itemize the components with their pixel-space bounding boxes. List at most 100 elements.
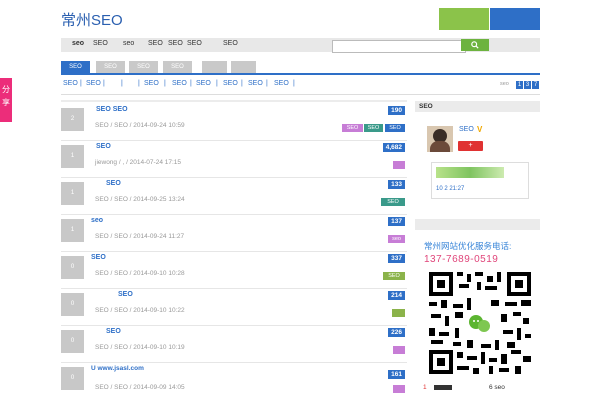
article-title[interactable]: SEO <box>106 180 121 187</box>
article-tag[interactable]: SEO <box>364 124 383 132</box>
category-separator: | <box>293 80 295 87</box>
top-nav-item[interactable]: SEO <box>148 40 163 47</box>
view-count-badge: 214 <box>388 291 405 300</box>
tab[interactable]: SEO <box>163 61 192 73</box>
article-tag[interactable] <box>393 385 405 393</box>
category-link[interactable]: SEO <box>196 80 211 87</box>
category-link[interactable]: SEO <box>274 80 289 87</box>
category-separator: | <box>138 80 140 87</box>
category-row: SEO | SEO | | | SEO | SEO | SEO | SEO | … <box>61 80 540 92</box>
article-tag[interactable] <box>392 309 405 317</box>
top-nav-item[interactable]: SEO <box>223 40 238 47</box>
tab[interactable]: SEO <box>129 61 158 73</box>
article-row[interactable]: 0 U www.jsasl.com SEO / SEO / 2014-09-09… <box>61 362 407 399</box>
share-tab[interactable]: 分 享 <box>0 78 12 122</box>
article-row[interactable]: 1 SEO jiewong / , / 2014-07-24 17:15 4,6… <box>61 140 407 178</box>
article-thumbnail[interactable]: 1 <box>61 182 84 205</box>
ad-footer-left: 1 <box>423 384 453 391</box>
header-banner-green[interactable] <box>439 8 489 30</box>
search-button[interactable] <box>461 39 489 51</box>
site-logo[interactable]: 常州SEO <box>61 9 123 30</box>
category-link[interactable]: SEO <box>63 80 78 87</box>
article-title[interactable]: SEO SEO <box>96 106 128 113</box>
category-separator: | <box>241 80 243 87</box>
category-link[interactable]: SEO <box>144 80 159 87</box>
ad-title: 常州网站优化服务电话: <box>424 241 512 251</box>
ad-footer-left-number: 1 <box>423 384 427 391</box>
pager-page[interactable]: 7 <box>532 81 539 89</box>
tab[interactable] <box>231 61 256 73</box>
category-separator: | <box>190 80 192 87</box>
article-meta: SEO / SEO / 2014-09-10 10:22 <box>95 307 185 314</box>
article-thumbnail[interactable]: 0 <box>61 367 84 390</box>
ad-widget-header <box>415 219 540 230</box>
article-row[interactable]: 0 SEO SEO / SEO / 2014-09-10 10:28 337 S… <box>61 251 407 289</box>
article-tag[interactable]: SEO <box>383 272 405 280</box>
article-row[interactable]: 1 seo SEO / SEO / 2014-09-24 11:27 137 s… <box>61 214 407 252</box>
article-thumbnail[interactable]: 1 <box>61 145 84 168</box>
pager-page[interactable]: 3 <box>524 81 531 89</box>
weibo-post-card[interactable]: 10 2 21:27 <box>431 162 529 199</box>
category-link[interactable]: SEO <box>86 80 101 87</box>
top-nav-item[interactable]: seo <box>123 40 134 47</box>
top-nav-item[interactable]: SEO <box>93 40 108 47</box>
article-row[interactable]: 0 SEO SEO / SEO / 2014-09-10 10:19 226 <box>61 325 407 363</box>
category-separator: | <box>103 80 105 87</box>
ad-footer-right: 6 seo <box>489 384 505 391</box>
article-title[interactable]: seo <box>91 217 103 224</box>
article-row[interactable]: 1 SEO SEO / SEO / 2014-09-25 13:24 133 S… <box>61 177 407 215</box>
profile-widget: SEO V + 10 2 21:27 <box>415 112 540 200</box>
category-separator: | <box>266 80 268 87</box>
top-nav-item[interactable]: seo <box>72 40 84 47</box>
qr-code[interactable] <box>427 270 533 376</box>
section-tabs: SEO SEO SEO SEO <box>61 61 540 73</box>
article-title[interactable]: SEO <box>96 143 111 150</box>
category-link[interactable]: SEO <box>223 80 238 87</box>
pager-page[interactable]: 1 <box>516 81 523 89</box>
article-tag[interactable] <box>393 346 405 354</box>
list-header-bar <box>61 100 407 102</box>
view-count-badge: 137 <box>388 217 405 226</box>
category-separator: | <box>164 80 166 87</box>
article-tag[interactable]: seo <box>388 235 405 243</box>
share-tab-label-1: 分 <box>2 85 10 94</box>
top-nav-item[interactable]: SEO <box>168 40 183 47</box>
article-meta: SEO / SEO / 2014-09-09 14:05 <box>95 384 185 391</box>
article-meta: SEO / SEO / 2014-09-24 10:59 <box>95 122 185 129</box>
follow-button[interactable]: + <box>458 141 483 151</box>
verified-badge: V <box>477 125 483 134</box>
article-title[interactable]: SEO <box>118 291 133 298</box>
article-tag[interactable]: SEO <box>342 124 363 132</box>
category-link[interactable]: SEO <box>248 80 263 87</box>
search-input[interactable] <box>332 40 466 53</box>
avatar[interactable] <box>427 126 453 152</box>
header-banner-blue[interactable] <box>490 8 540 30</box>
article-thumbnail[interactable]: 0 <box>61 256 84 279</box>
article-title[interactable]: U www.jsasl.com <box>91 365 144 372</box>
article-tag[interactable]: SEO <box>381 198 405 206</box>
weibo-post-image[interactable] <box>436 167 504 178</box>
tab[interactable]: SEO <box>96 61 125 73</box>
article-tag[interactable] <box>393 161 405 169</box>
tab[interactable] <box>202 61 227 73</box>
weibo-post-meta: 10 2 21:27 <box>436 186 465 192</box>
article-title[interactable]: SEO <box>91 254 106 261</box>
article-row[interactable]: 2 SEO SEO SEO / SEO / 2014-09-24 10:59 1… <box>61 103 407 141</box>
top-nav-item[interactable]: SEO <box>187 40 202 47</box>
pager-label: seo <box>500 81 509 87</box>
tab[interactable]: SEO <box>61 61 90 73</box>
article-thumbnail[interactable]: 0 <box>61 293 84 316</box>
article-title[interactable]: SEO <box>106 328 121 335</box>
article-row[interactable]: 0 SEO SEO / SEO / 2014-09-10 10:22 214 <box>61 288 407 326</box>
view-count-badge: 133 <box>388 180 405 189</box>
ad-phone: 137-7689-0519 <box>424 254 499 265</box>
category-link[interactable]: SEO <box>172 80 187 87</box>
article-meta: SEO / SEO / 2014-09-10 10:28 <box>95 270 185 277</box>
article-meta: jiewong / , / 2014-07-24 17:15 <box>95 159 182 166</box>
view-count-badge: 226 <box>388 328 405 337</box>
article-thumbnail[interactable]: 2 <box>61 108 84 131</box>
article-thumbnail[interactable]: 1 <box>61 219 84 242</box>
profile-name[interactable]: SEO <box>459 126 474 133</box>
article-tag[interactable]: SEO <box>385 124 405 132</box>
article-thumbnail[interactable]: 0 <box>61 330 84 353</box>
